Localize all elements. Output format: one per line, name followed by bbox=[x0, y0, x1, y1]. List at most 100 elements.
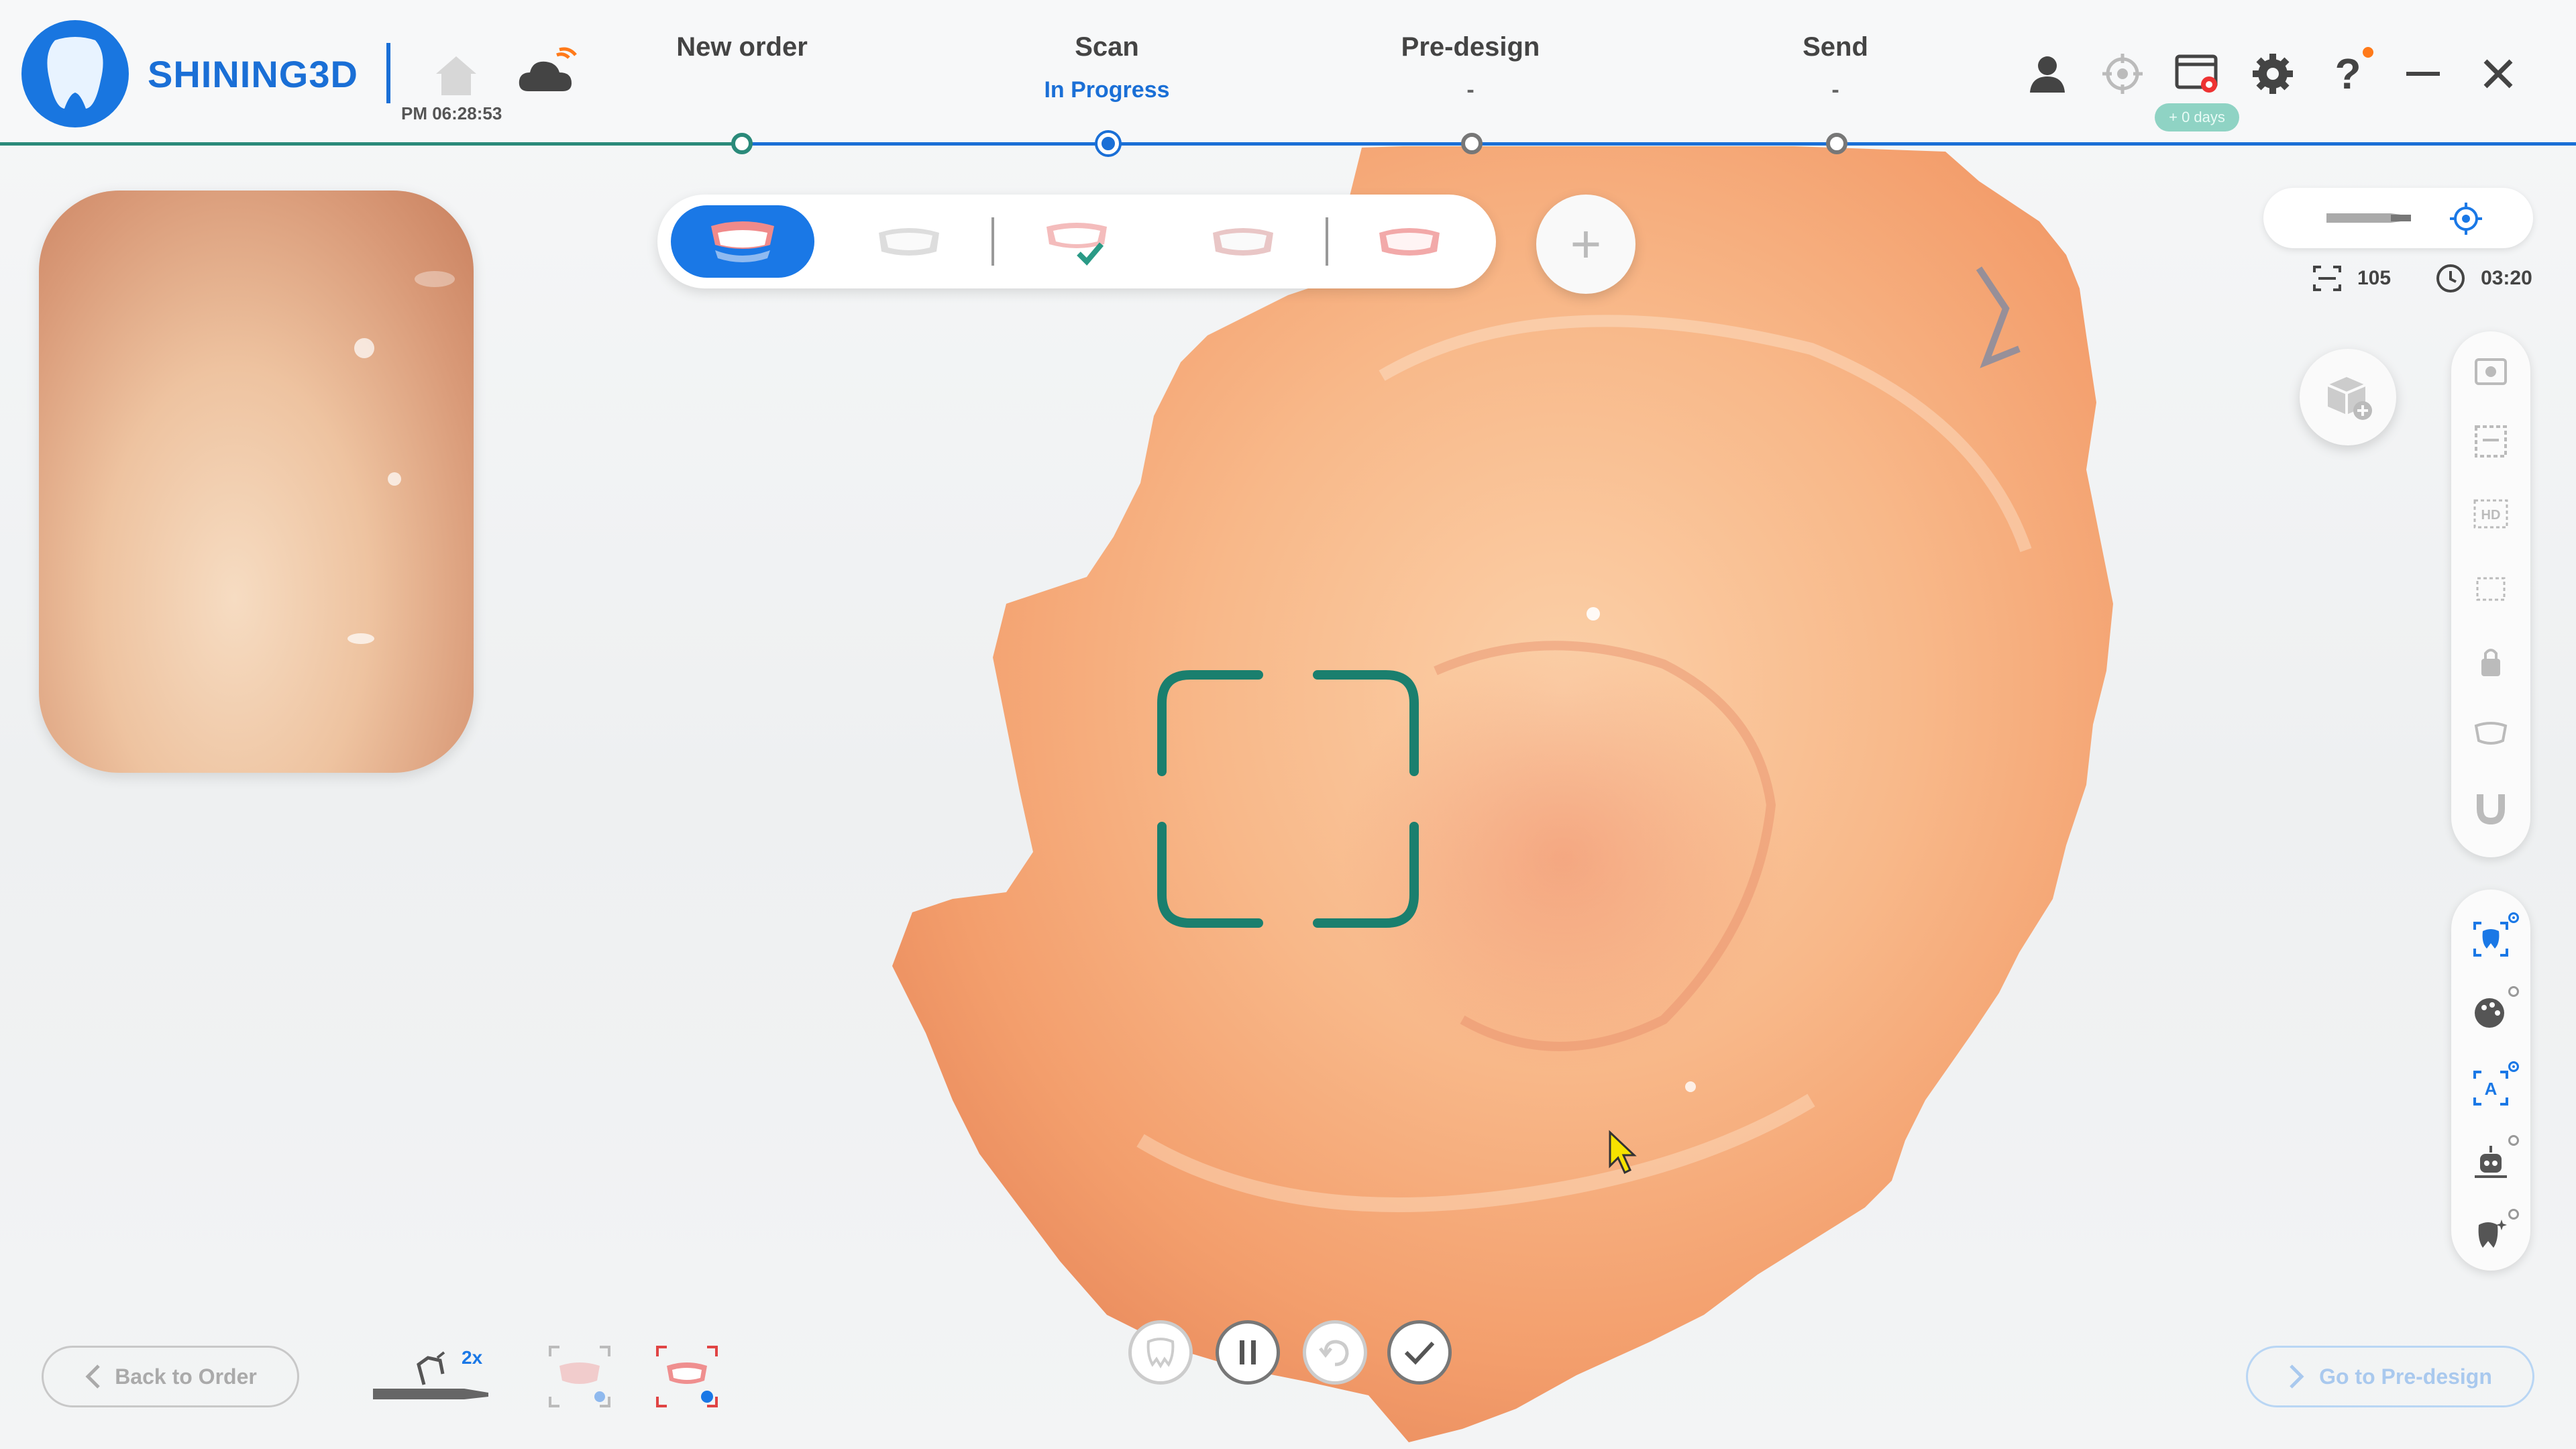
scanner-wand-icon bbox=[2326, 213, 2411, 223]
license-days-badge: + 0 days bbox=[2155, 103, 2239, 131]
blur-filter-icon[interactable] bbox=[2468, 349, 2514, 394]
add-scan-button[interactable]: + bbox=[1536, 195, 1635, 294]
step-status: - bbox=[1466, 77, 1474, 103]
full-arch-icon bbox=[1213, 228, 1273, 256]
clock-icon bbox=[2436, 264, 2465, 292]
frame-count-icon bbox=[2313, 266, 2341, 291]
brand-name: SHINING3D bbox=[148, 52, 358, 95]
back-label: Back to Order bbox=[115, 1364, 257, 1389]
texture-palette-icon[interactable] bbox=[2468, 986, 2519, 1036]
home-icon[interactable] bbox=[429, 48, 483, 102]
step-scan[interactable]: Scan In Progress bbox=[973, 32, 1241, 103]
bite-button[interactable] bbox=[1005, 205, 1148, 278]
target-icon[interactable] bbox=[2098, 50, 2147, 98]
toggle-indicator bbox=[2508, 986, 2519, 997]
user-icon[interactable] bbox=[2023, 50, 2072, 98]
grid-select-icon[interactable] bbox=[2468, 419, 2514, 464]
undo-icon bbox=[1319, 1340, 1349, 1366]
lower-arch-icon bbox=[1379, 228, 1440, 256]
pause-icon bbox=[1240, 1340, 1256, 1364]
step-send[interactable]: Send - bbox=[1701, 32, 1970, 103]
elapsed-time: 03:20 bbox=[2481, 267, 2532, 289]
tooth-filter-button[interactable] bbox=[1128, 1320, 1193, 1385]
step-label: Pre-design bbox=[1401, 32, 1540, 62]
upper-jaw-icon bbox=[711, 221, 774, 262]
step-node-new-order bbox=[731, 133, 753, 154]
tool-rail-top: HD bbox=[2451, 331, 2530, 857]
check-icon bbox=[1404, 1341, 1435, 1365]
step-new-order[interactable]: New order bbox=[608, 32, 876, 77]
chevron-right-icon bbox=[2290, 1364, 2304, 1389]
tooth-outline-icon bbox=[1146, 1338, 1175, 1368]
upper-arch-mode-button[interactable] bbox=[545, 1342, 614, 1411]
tissue-mesh bbox=[892, 144, 2113, 1442]
camera-live-preview bbox=[39, 191, 474, 773]
step-label: New order bbox=[676, 32, 808, 62]
step-label: Send bbox=[1803, 32, 1868, 62]
scan-focus-frame bbox=[1157, 670, 1419, 928]
scanner-device-pill[interactable] bbox=[2263, 188, 2533, 248]
cloud-sync-icon[interactable] bbox=[515, 47, 580, 101]
undo-button[interactable] bbox=[1303, 1320, 1367, 1385]
step-status: In Progress bbox=[1044, 77, 1170, 103]
help-icon[interactable]: ? bbox=[2324, 47, 2373, 98]
separator bbox=[1326, 217, 1328, 266]
tip-zoom-label: 2x bbox=[462, 1347, 483, 1368]
logo-divider bbox=[386, 43, 390, 103]
next-label: Go to Pre-design bbox=[2319, 1364, 2492, 1389]
toggle-indicator bbox=[2508, 1061, 2519, 1072]
step-status: - bbox=[1831, 77, 1839, 103]
lock-icon[interactable] bbox=[2468, 639, 2514, 684]
top-bar: SHINING3D PM 06:28:53 New order Scan In … bbox=[0, 0, 2576, 154]
robot-align-icon[interactable] bbox=[2468, 1135, 2519, 1185]
tooth-sparkle-icon[interactable] bbox=[2468, 1209, 2519, 1258]
lower-arch-button[interactable] bbox=[1338, 205, 1481, 278]
step-label: Scan bbox=[1075, 32, 1139, 62]
add-model-button[interactable] bbox=[2300, 349, 2396, 445]
plus-icon: + bbox=[1570, 214, 1602, 274]
step-node-send bbox=[1826, 133, 1847, 154]
back-to-order-button[interactable]: Back to Order bbox=[42, 1346, 299, 1407]
lower-jaw-icon bbox=[879, 228, 939, 256]
ai-scan-icon[interactable]: A bbox=[2468, 1061, 2519, 1111]
bite-confirmed-icon bbox=[1046, 223, 1107, 266]
svg-text:A: A bbox=[2485, 1079, 2498, 1099]
hd-icon[interactable]: HD bbox=[2468, 491, 2514, 537]
region-select-icon[interactable] bbox=[2468, 566, 2514, 612]
settings-icon[interactable] bbox=[2249, 50, 2297, 98]
notification-dot bbox=[2363, 47, 2373, 58]
go-to-pre-design-button[interactable]: Go to Pre-design bbox=[2246, 1346, 2534, 1407]
chevron-left-icon bbox=[85, 1364, 100, 1389]
app-logo: SHINING3D bbox=[21, 20, 358, 127]
tooth-scan-icon[interactable] bbox=[2468, 912, 2519, 962]
step-pre-design[interactable]: Pre-design - bbox=[1336, 32, 1605, 103]
frame-count: 105 bbox=[2357, 267, 2392, 289]
close-icon[interactable] bbox=[2474, 50, 2522, 98]
toggle-indicator bbox=[2508, 1135, 2519, 1146]
workflow-progress-done bbox=[0, 142, 742, 146]
finish-scan-button[interactable] bbox=[1387, 1320, 1452, 1385]
toggle-indicator bbox=[2508, 912, 2519, 923]
lower-arch-mode-button[interactable] bbox=[652, 1342, 722, 1411]
jaw-icon[interactable] bbox=[2468, 711, 2514, 757]
target-locate-icon bbox=[2450, 203, 2482, 235]
upper-jaw-button[interactable] bbox=[671, 205, 814, 278]
svg-text:HD: HD bbox=[2481, 508, 2501, 523]
separator bbox=[991, 217, 994, 266]
step-node-pre-design bbox=[1461, 133, 1483, 154]
mouse-cursor-icon bbox=[1609, 1130, 1637, 1175]
step-node-scan bbox=[1097, 133, 1119, 154]
jaw-mode-selector bbox=[657, 195, 1496, 288]
toggle-indicator bbox=[2508, 1209, 2519, 1220]
window-controls: ? bbox=[2023, 47, 2522, 98]
magnet-icon[interactable] bbox=[2468, 785, 2514, 830]
tool-rail-bottom: A bbox=[2451, 890, 2530, 1271]
minimize-icon[interactable] bbox=[2399, 50, 2447, 98]
lower-jaw-button[interactable] bbox=[837, 205, 981, 278]
pause-scan-button[interactable] bbox=[1216, 1320, 1280, 1385]
screen-record-icon[interactable] bbox=[2174, 50, 2222, 98]
cube-add-icon bbox=[2327, 377, 2372, 420]
tooth-logo-icon bbox=[21, 20, 129, 127]
full-arch-button[interactable] bbox=[1171, 205, 1315, 278]
clock-time: PM 06:28:53 bbox=[401, 103, 502, 123]
